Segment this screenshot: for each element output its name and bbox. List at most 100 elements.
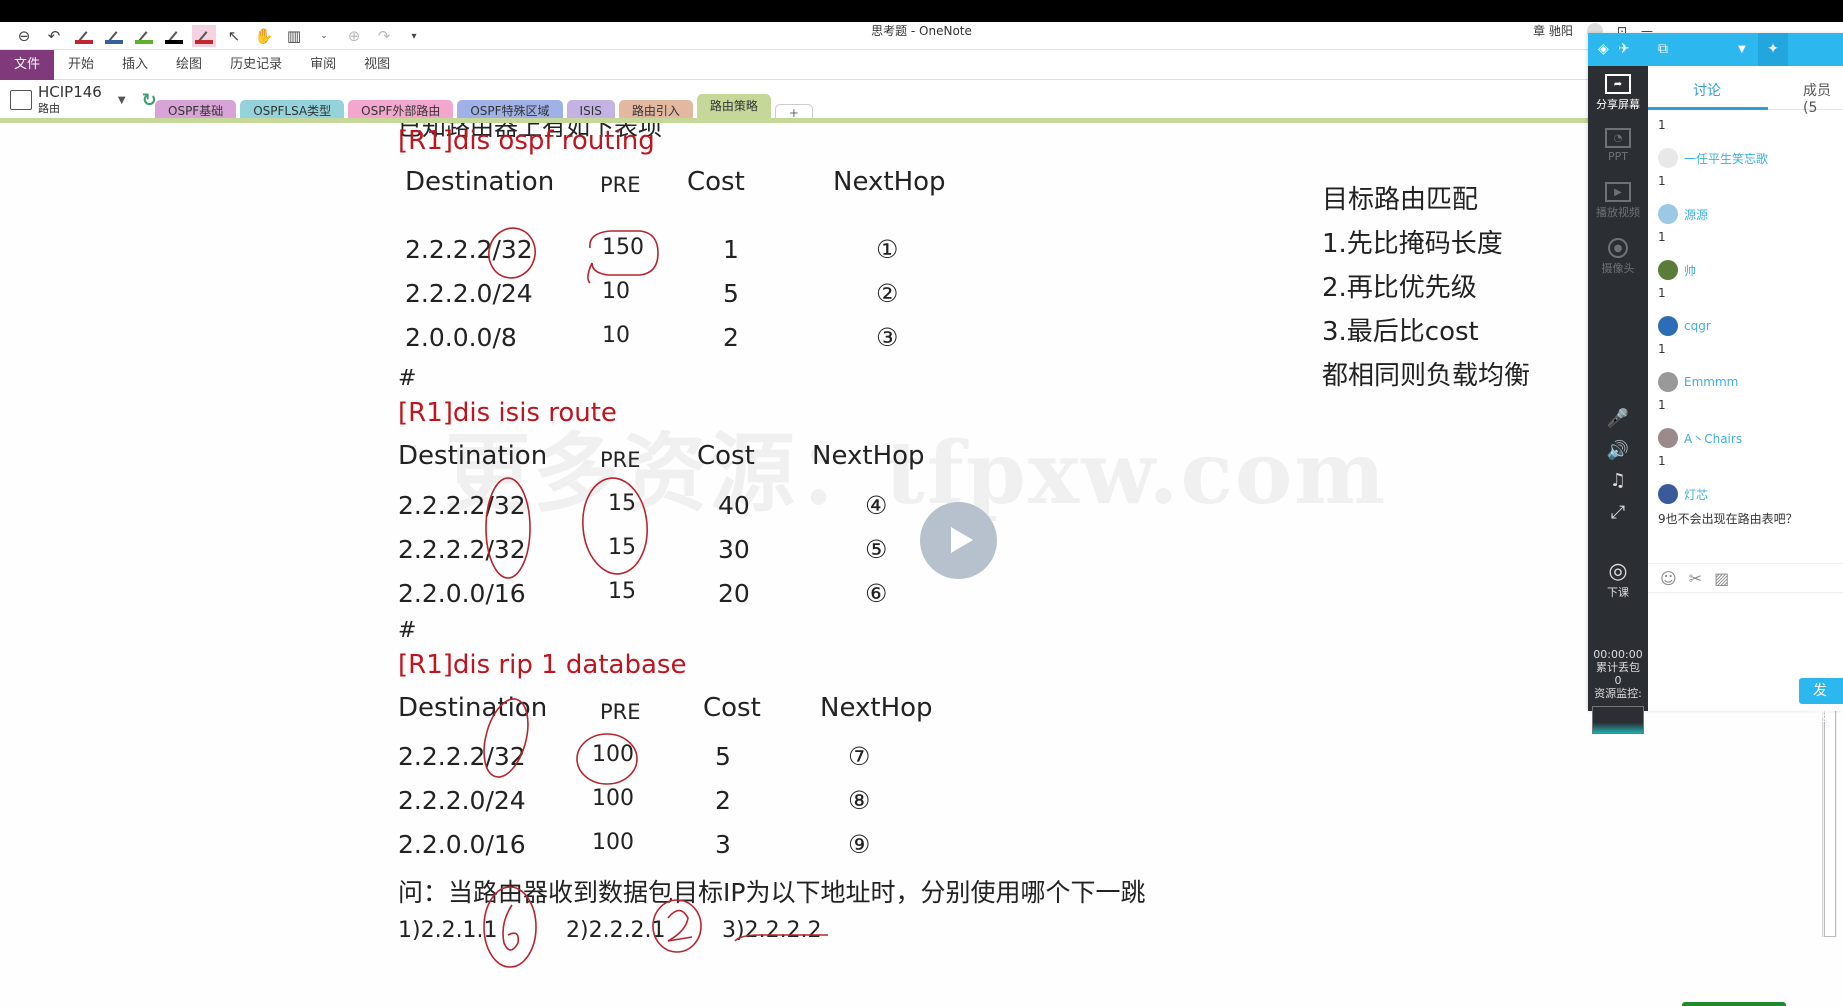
ppt-button[interactable]: ◔ PPT <box>1588 128 1648 163</box>
chat-message: 9也不会出现在路由表吧？ <box>1658 512 1798 526</box>
ospf-header-pre: PRE <box>600 173 641 197</box>
answer-2: 2)2.2.2.1 <box>566 918 666 943</box>
dropdown-icon[interactable]: ⌄ <box>312 25 336 47</box>
isis-destination-cell: 2.2.2.2/32 <box>398 535 526 564</box>
camera-icon: ● <box>1608 238 1628 258</box>
speaker-icon[interactable]: 🔊 <box>1588 440 1648 461</box>
chat-user[interactable]: 一任平生笑忘歌 <box>1658 148 1768 168</box>
chat-user-name: A丶Chairs <box>1684 431 1743 446</box>
chat-message: 1 <box>1658 342 1666 356</box>
chevron-down-icon[interactable]: ▼ <box>118 95 126 106</box>
chat-user[interactable]: cqgr <box>1658 316 1711 336</box>
chat-user-name: 一任平生笑忘歌 <box>1684 151 1769 166</box>
rules-title: 目标路由匹配 <box>1322 185 1479 215</box>
chat-user[interactable]: Emmmm <box>1658 372 1738 392</box>
notebook-selector[interactable]: HCIP146 路由 ▼ ↻ <box>10 84 157 116</box>
ink-digit-6 <box>502 904 520 951</box>
end-class-button[interactable]: ◎ 下课 <box>1588 559 1648 600</box>
chat-user-name: 源源 <box>1684 207 1709 222</box>
pen-green-icon[interactable] <box>132 25 156 47</box>
tab-home[interactable]: 开始 <box>54 50 108 80</box>
share-edit-icon[interactable]: ⧉ <box>1658 41 1668 57</box>
camera-button[interactable]: ● 摄像头 <box>1588 238 1648 276</box>
packet-loss-value: 0 <box>1614 674 1622 687</box>
chat-user[interactable]: 帅 <box>1658 260 1696 280</box>
pens-gallery-icon[interactable]: ▥ <box>282 25 306 47</box>
forward-icon[interactable]: ⊕ <box>342 25 366 47</box>
isis-pre-cell: 15 <box>608 579 636 604</box>
chat-user-name: 灯芯 <box>1684 487 1709 502</box>
tab-review[interactable]: 审阅 <box>296 50 350 80</box>
chat-user-name: Emmmm <box>1684 375 1739 389</box>
share-screen-button[interactable]: ➦ 分享屏幕 <box>1588 74 1648 112</box>
tab-insert[interactable]: 插入 <box>108 50 162 80</box>
isis-destination-cell: 2.2.2.2/32 <box>398 491 526 520</box>
play-button[interactable] <box>920 502 997 579</box>
ribbon-tabs: 文件 开始 插入 绘图 历史记录 审阅 视图 <box>0 49 1843 80</box>
isis-nexthop-cell: ④ <box>865 491 888 520</box>
tab-history[interactable]: 历史记录 <box>216 50 296 80</box>
customize-qat-icon[interactable]: ▾ <box>402 25 426 47</box>
separator-hash: # <box>398 618 417 643</box>
microphone-icon[interactable]: 🎤 <box>1588 408 1648 429</box>
user-name[interactable]: 章 驰阳 <box>1533 22 1573 40</box>
lasso-select-icon[interactable]: ↖ <box>222 25 246 47</box>
matching-rules: 目标路由匹配 1.先比掩码长度 2.再比优先级 3.最后比cost 都相同则负载… <box>1322 178 1530 398</box>
section-bar: HCIP146 路由 ▼ ↻ OSPF基础 OSPFLSA类型 OSPF外部路由 OS… <box>0 80 1843 122</box>
ospf-cost-cell: 1 <box>723 235 739 264</box>
timer: 00:00:00 <box>1593 648 1643 661</box>
tab-file[interactable]: 文件 <box>0 49 55 80</box>
chat-user[interactable]: 源源 <box>1658 204 1708 224</box>
tab-view[interactable]: 视图 <box>350 50 404 80</box>
ospf-pre-cell: 10 <box>602 279 630 304</box>
ospf-command: [R1]dis ospf routing <box>398 126 655 156</box>
pen-blue-icon[interactable] <box>102 25 126 47</box>
tab-draw[interactable]: 绘图 <box>162 50 216 80</box>
share-screen-icon: ➦ <box>1605 74 1631 94</box>
emoji-icon[interactable]: ☺ <box>1660 569 1677 588</box>
panel-sidebar: ➦ 分享屏幕 ◔ PPT ▶ 播放视频 ● 摄像头 🎤 🔊 ♫ ⤢ ◎ 下课 00:00:… <box>1588 66 1648 734</box>
isis-pre-cell: 15 <box>608 535 636 560</box>
isis-nexthop-cell: ⑥ <box>865 579 888 608</box>
undo-icon[interactable]: ↶ <box>42 25 66 47</box>
redo-icon[interactable]: ↷ <box>372 25 396 47</box>
fullscreen-icon[interactable]: ⤢ <box>1588 502 1648 523</box>
tab-discussion[interactable]: 讨论 <box>1693 80 1721 100</box>
chat-message: 1 <box>1658 118 1666 132</box>
isis-header-pre: PRE <box>600 448 641 472</box>
pin-icon[interactable]: ✦ <box>1758 33 1788 66</box>
play-video-button[interactable]: ▶ 播放视频 <box>1588 182 1648 220</box>
home-icon[interactable]: ◈ <box>1598 41 1609 57</box>
resource-monitor-label: 资源监控: <box>1594 687 1642 700</box>
ospf-nexthop-cell: ③ <box>876 323 899 352</box>
notebook-name: HCIP146 <box>38 83 102 101</box>
chat-user[interactable]: A丶Chairs <box>1658 428 1742 448</box>
screen-top-bar <box>0 0 1843 22</box>
tab-members[interactable]: 成员(5 <box>1803 80 1843 116</box>
chat-message: 1 <box>1658 286 1666 300</box>
ospf-cost-cell: 5 <box>723 279 739 308</box>
chat-message: 1 <box>1658 454 1666 468</box>
play-icon <box>951 527 973 553</box>
send-button[interactable]: 发 送 <box>1799 678 1843 725</box>
rip-destination-cell: 2.2.2.0/24 <box>398 786 526 815</box>
ink-digit-2 <box>667 909 693 942</box>
page-canvas[interactable]: 更多资源：tfpxw.com 已知路由器上有如下表项 [R1]dis ospf … <box>0 123 1843 1006</box>
chat-user[interactable]: 灯芯 <box>1658 484 1708 504</box>
pen-black-icon[interactable] <box>162 25 186 47</box>
back-icon[interactable]: ⊖ <box>12 25 36 47</box>
isis-destination-cell: 2.2.0.0/16 <box>398 579 526 608</box>
pen-red-selected-icon[interactable] <box>192 25 216 47</box>
dropdown-icon[interactable]: ▼ <box>1738 44 1746 55</box>
pen-red-icon[interactable] <box>72 25 96 47</box>
stats: 00:00:00 累计丢包 0 资源监控: <box>1588 648 1648 700</box>
image-icon[interactable]: ▨ <box>1714 569 1729 588</box>
rule-item: 2.再比优先级 <box>1322 273 1477 303</box>
scissors-icon[interactable]: ✂ <box>1689 569 1702 588</box>
answer-1: 1)2.2.1.1 <box>398 918 498 943</box>
ospf-pre-cell: 10 <box>602 323 630 348</box>
music-icon[interactable]: ♫ <box>1588 470 1648 491</box>
panel-tabs: 讨论 成员(5 <box>1648 66 1843 116</box>
pan-hand-icon[interactable]: ✋ <box>252 25 276 47</box>
airplane-icon[interactable]: ✈ <box>1618 41 1630 57</box>
